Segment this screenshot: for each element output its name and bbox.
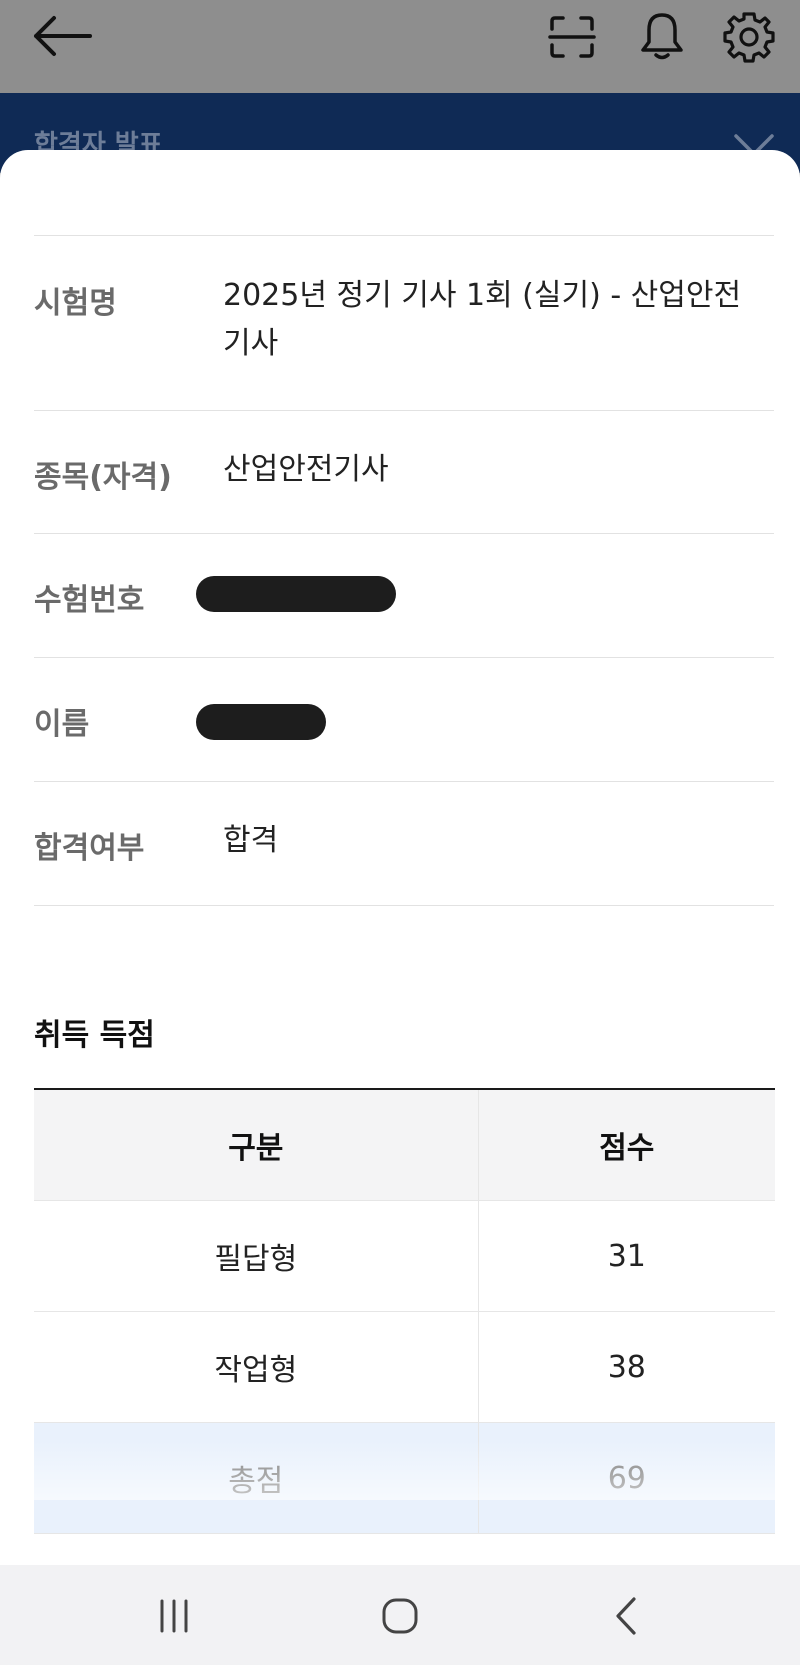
- qualification-label: 종목(자격): [34, 460, 172, 495]
- divider: [34, 781, 774, 782]
- exam-name-label: 시험명: [34, 286, 117, 321]
- score-section-title: 취득 득점: [34, 1018, 155, 1053]
- exam-number-redacted: [196, 576, 396, 612]
- divider: [34, 657, 774, 658]
- name-redacted: [196, 704, 326, 740]
- table-header-row: 구분 점수: [34, 1089, 775, 1201]
- bell-icon[interactable]: [637, 10, 687, 62]
- gear-icon[interactable]: [722, 10, 776, 64]
- row-category: 필답형: [34, 1200, 479, 1312]
- system-nav-bar: [0, 1565, 800, 1665]
- scan-icon[interactable]: [548, 15, 596, 59]
- column-header-score: 점수: [478, 1089, 775, 1201]
- chevron-left-icon[interactable]: [612, 1595, 642, 1637]
- table-row: 작업형 38: [34, 1311, 775, 1423]
- scroll-fade: [0, 1440, 800, 1500]
- arrow-left-icon[interactable]: [30, 14, 94, 58]
- divider: [34, 533, 774, 534]
- divider: [34, 235, 774, 236]
- pass-status-label: 합격여부: [34, 831, 145, 866]
- row-score: 31: [478, 1200, 775, 1312]
- column-header-category: 구분: [34, 1089, 479, 1201]
- exam-number-label: 수험번호: [34, 583, 145, 618]
- top-app-bar: [0, 0, 800, 93]
- row-score: 38: [478, 1311, 775, 1423]
- divider: [34, 905, 774, 906]
- qualification-value: 산업안전기사: [223, 452, 389, 487]
- divider: [34, 410, 774, 411]
- pass-status-value: 합격: [223, 823, 279, 858]
- name-label: 이름: [34, 707, 90, 742]
- result-bottom-sheet: 시험명 2025년 정기 기사 1회 (실기) - 산업안전기사 종목(자격) …: [0, 150, 800, 1565]
- home-icon[interactable]: [380, 1596, 420, 1636]
- recents-icon[interactable]: [156, 1598, 192, 1634]
- exam-name-value: 2025년 정기 기사 1회 (실기) - 산업안전기사: [223, 278, 742, 361]
- row-category: 작업형: [34, 1311, 479, 1423]
- table-row: 필답형 31: [34, 1200, 775, 1312]
